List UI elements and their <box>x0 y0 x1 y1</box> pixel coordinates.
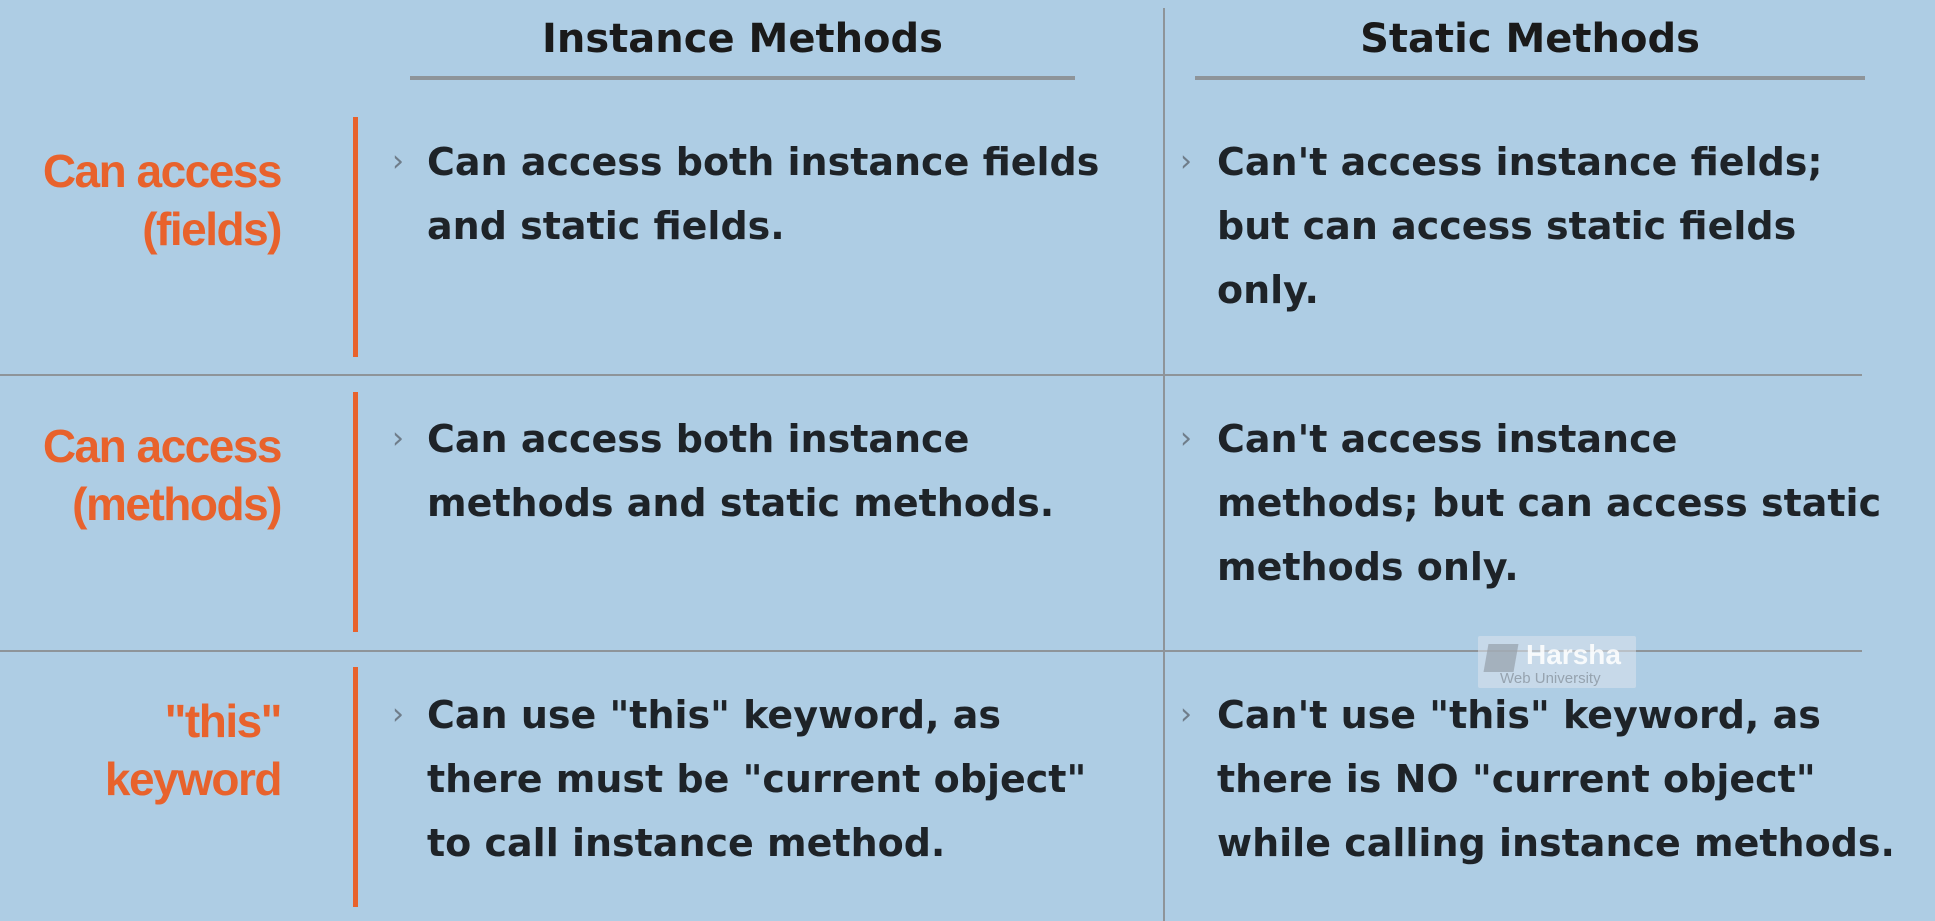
bullet-icon: › <box>1180 144 1192 179</box>
watermark-title: Harsha <box>1526 639 1621 670</box>
static-methods-cell: Can't access instance methods; but can a… <box>1217 417 1882 589</box>
row-label-fields: Can access (fields) <box>42 145 283 255</box>
instance-this-cell: Can use "this" keyword, as there must be… <box>427 693 1087 865</box>
static-this-cell: Can't use "this" keyword, as there is NO… <box>1217 693 1895 865</box>
row-separator <box>0 374 1862 376</box>
instance-fields-cell: Can access both instance fields and stat… <box>427 140 1100 248</box>
bullet-icon: › <box>392 144 404 179</box>
column-divider <box>1163 8 1165 921</box>
static-header-underline <box>1195 76 1865 80</box>
instance-header-underline <box>410 76 1075 80</box>
row-accent-bar <box>353 392 358 632</box>
row-accent-bar <box>353 667 358 907</box>
static-fields-cell: Can't access instance fields; but can ac… <box>1217 140 1823 312</box>
bullet-icon: › <box>1180 421 1192 456</box>
static-methods-header: Static Methods <box>1360 16 1700 62</box>
instance-methods-header: Instance Methods <box>542 16 943 62</box>
row-label-methods: Can access (methods) <box>42 420 283 530</box>
harsha-watermark: Harsha Web University <box>1478 636 1636 688</box>
row-label-this-keyword: "this" keyword <box>104 695 283 805</box>
instance-methods-cell: Can access both instance methods and sta… <box>427 417 1055 525</box>
row-accent-bar <box>353 117 358 357</box>
bullet-icon: › <box>392 697 404 732</box>
bullet-icon: › <box>392 421 404 456</box>
bullet-icon: › <box>1180 697 1192 732</box>
harsha-logo-icon <box>1483 644 1519 672</box>
